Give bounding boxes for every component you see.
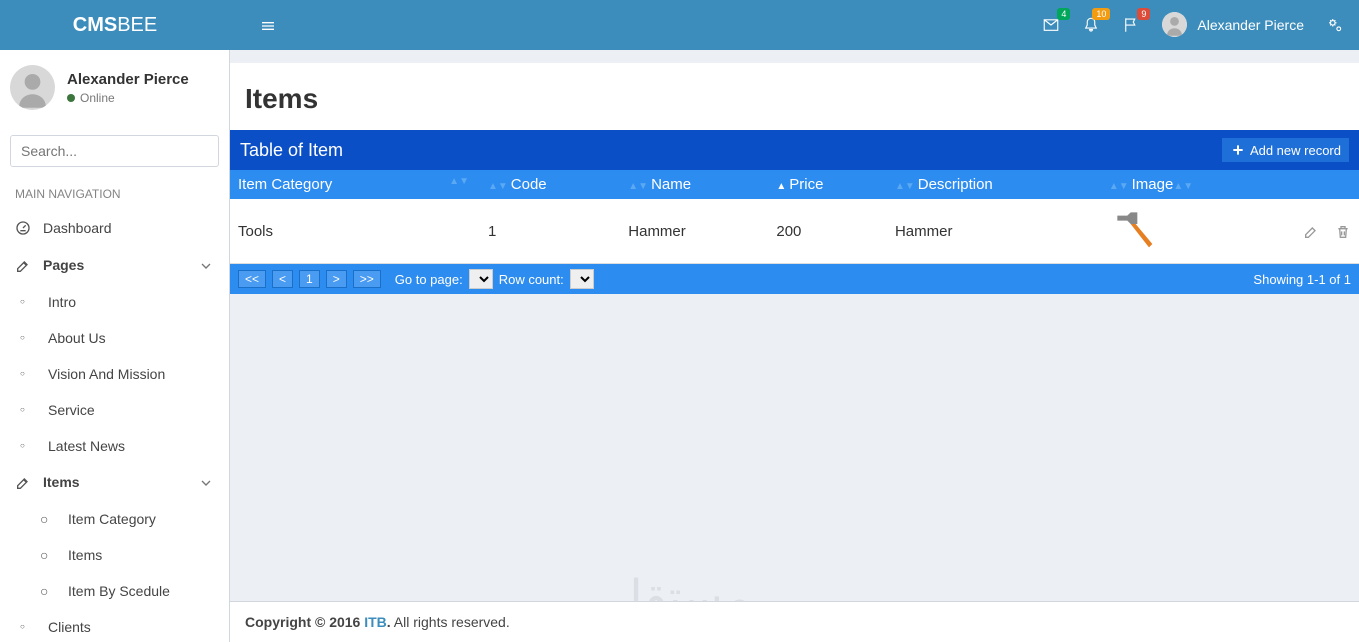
avatar [1162,12,1187,37]
goto-label: Go to page: [395,272,463,287]
chevron-down-icon [198,256,214,273]
circle-icon: ○ [20,297,40,306]
flag-notifications[interactable]: 9 [1122,16,1140,34]
col-name[interactable]: ▲▼Name [620,170,768,199]
delete-row-button[interactable] [1335,222,1351,239]
nav-pages[interactable]: Pages [0,246,229,283]
col-description[interactable]: ▲▼Description [887,170,1101,199]
bell-notifications[interactable]: 10 [1082,16,1100,34]
status-dot-icon [67,94,75,102]
circle-icon: ○ [20,369,40,378]
pager-first[interactable]: << [238,270,266,288]
rowcount-select[interactable] [570,269,594,289]
col-code[interactable]: ▲▼Code [480,170,620,199]
add-record-button[interactable]: Add new record [1222,138,1349,162]
cell-image [1101,199,1295,264]
nav-items[interactable]: Items [0,464,229,501]
sort-icon: ▲ [776,181,786,192]
circle-icon: ○ [40,547,60,563]
items-table: Item Category▲▼ ▲▼Code ▲▼Name ▲Price ▲▼D… [230,170,1359,264]
sidebar-toggle-button[interactable] [245,1,291,48]
sort-icon: ▲▼ [1173,181,1193,192]
menu-icon [260,18,276,34]
settings-gears[interactable] [1326,16,1344,34]
table-header-bar: Table of Item Add new record [230,130,1359,170]
hammer-icon [1109,209,1159,249]
sidebar-search [0,125,229,177]
bell-badge: 10 [1092,8,1110,20]
nav-dashboard[interactable]: Dashboard [0,209,229,246]
top-header: CMSBEE 4 10 9 [0,0,1359,50]
sidebar: Alexander Pierce Online MAIN NAVIGATION [0,50,230,642]
user-menu[interactable]: Alexander Pierce [1162,12,1304,37]
nav-pages-service[interactable]: ○Service [0,392,229,428]
chevron-down-icon [198,474,214,491]
col-image[interactable]: ▲▼Image▲▼ [1101,170,1295,199]
sort-icon: ▲▼ [895,181,915,192]
nav-items-schedule[interactable]: ○Item By Scedule [0,573,229,609]
nav-clients[interactable]: ○Clients [0,609,229,642]
sidebar-user-panel: Alexander Pierce Online [0,50,229,125]
edit-row-button[interactable] [1303,222,1319,239]
pager-page-1[interactable]: 1 [299,270,320,288]
circle-icon: ○ [40,583,60,599]
header-username: Alexander Pierce [1197,17,1304,33]
mail-notifications[interactable]: 4 [1042,16,1060,34]
cell-code: 1 [480,199,620,264]
cell-price: 200 [768,199,887,264]
table-row: Tools 1 Hammer 200 Hammer [230,199,1359,264]
table-title: Table of Item [240,140,343,161]
sort-icon: ▲▼ [1109,181,1129,192]
cell-category: Tools [230,199,480,264]
pager-last[interactable]: >> [353,270,381,288]
sort-icon: ▲▼ [488,181,508,192]
dashboard-icon [15,219,35,236]
pencil-icon [1303,224,1319,240]
search-input[interactable] [11,136,212,166]
trash-icon [1335,224,1351,240]
pager-next[interactable]: > [326,270,347,288]
brand-logo[interactable]: CMSBEE [0,14,230,37]
avatar [10,65,55,110]
search-button[interactable] [212,136,219,166]
nav-pages-vision[interactable]: ○Vision And Mission [0,356,229,392]
rowcount-label: Row count: [499,272,564,287]
sort-icon: ▲▼ [628,181,648,192]
plus-icon [1230,142,1246,158]
circle-icon: ○ [40,511,60,527]
circle-icon: ○ [20,441,40,450]
gears-icon [1326,16,1344,34]
cell-description: Hammer [887,199,1101,264]
goto-page-select[interactable] [469,269,493,289]
footer-link[interactable]: ITB [364,614,387,630]
edit-icon [15,474,35,491]
pagination-bar: << < 1 > >> Go to page: Row count: Showi… [230,264,1359,294]
nav-items-category[interactable]: ○Item Category [0,501,229,537]
col-category[interactable]: Item Category▲▼ [230,170,480,199]
page-title: Items [230,63,1359,130]
circle-icon: ○ [20,622,40,631]
circle-icon: ○ [20,405,40,414]
nav-pages-about[interactable]: ○About Us [0,320,229,356]
circle-icon: ○ [20,333,40,342]
flag-badge: 9 [1137,8,1150,20]
mail-badge: 4 [1057,8,1070,20]
nav-section-header: MAIN NAVIGATION [0,177,229,209]
nav-items-items[interactable]: ○Items [0,537,229,573]
sidebar-username: Alexander Pierce [67,71,189,88]
col-price[interactable]: ▲Price [768,170,887,199]
edit-icon [15,256,35,273]
sort-icon: ▲▼ [449,176,469,187]
pager-info: Showing 1-1 of 1 [1253,272,1351,287]
nav-pages-intro[interactable]: ○Intro [0,284,229,320]
pager-prev[interactable]: < [272,270,293,288]
nav-pages-news[interactable]: ○Latest News [0,428,229,464]
cell-name: Hammer [620,199,768,264]
footer: Copyright © 2016 ITB. All rights reserve… [230,601,1359,642]
user-status[interactable]: Online [67,91,189,105]
